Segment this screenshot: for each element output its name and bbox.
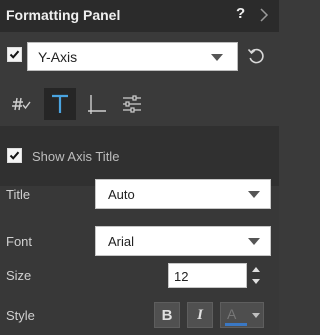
tab-axis[interactable] (81, 88, 113, 120)
axis-dropdown[interactable]: Y-Axis (27, 42, 238, 71)
chevron-right-icon[interactable] (257, 8, 271, 22)
size-input-value: 12 (174, 269, 189, 284)
size-decrement-icon[interactable] (252, 279, 260, 284)
bold-button[interactable]: B (154, 302, 180, 328)
help-button[interactable]: ? (236, 5, 245, 22)
italic-button[interactable]: I (187, 302, 213, 328)
number-format-icon (12, 97, 31, 111)
chevron-down-icon (248, 238, 260, 245)
title-label: Title (6, 187, 31, 202)
title-dropdown-value: Auto (108, 187, 135, 202)
font-color-swatch (225, 323, 247, 326)
tab-text-format[interactable] (44, 88, 76, 120)
size-increment-icon[interactable] (252, 267, 260, 272)
text-format-icon (52, 94, 68, 113)
tab-settings[interactable] (116, 88, 148, 120)
reset-icon[interactable] (246, 46, 266, 66)
bold-icon: B (161, 307, 173, 324)
axis-dropdown-value: Y-Axis (38, 49, 78, 65)
panel-header: Formatting Panel ? (0, 0, 279, 32)
style-label: Style (6, 308, 35, 323)
axis-enabled-checkbox[interactable] (7, 47, 22, 62)
font-label: Font (6, 234, 33, 249)
axis-selector-row: Y-Axis (0, 32, 279, 78)
show-axis-title-checkbox[interactable] (7, 148, 22, 163)
italic-icon: I (197, 307, 203, 323)
size-label: Size (6, 268, 32, 283)
title-dropdown[interactable]: Auto (95, 179, 271, 209)
size-input[interactable]: 12 (168, 263, 247, 288)
font-dropdown[interactable]: Arial (95, 226, 271, 256)
font-dropdown-value: Arial (108, 234, 135, 249)
settings-sliders-icon (123, 95, 141, 113)
axis-icon (88, 95, 106, 114)
formatting-panel: Formatting Panel ? Y-Axis Show Axis Titl… (0, 0, 279, 335)
format-tab-strip (0, 84, 279, 124)
chevron-down-icon (252, 313, 260, 318)
format-content: Show Axis Title Title Auto Font Arial Si… (0, 126, 279, 335)
font-color-icon: A (227, 306, 237, 322)
tab-number-format[interactable] (5, 88, 37, 120)
panel-title: Formatting Panel (6, 7, 121, 23)
show-axis-title-section: Show Axis Title (0, 126, 279, 186)
chevron-down-icon (211, 54, 223, 61)
show-axis-title-label: Show Axis Title (32, 149, 120, 164)
font-color-button[interactable]: A (220, 302, 264, 328)
chevron-down-icon (248, 191, 260, 198)
